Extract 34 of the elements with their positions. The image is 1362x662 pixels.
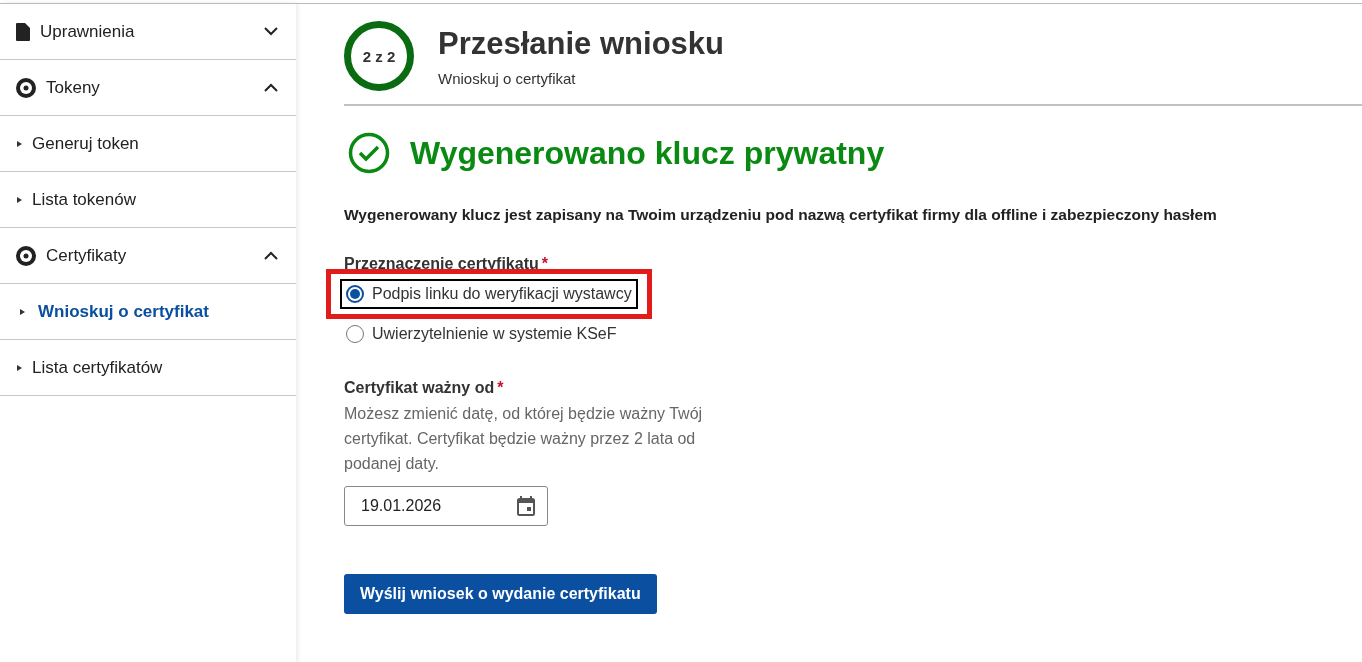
chevron-icon xyxy=(264,83,278,92)
step-indicator: 2 z 2 xyxy=(344,21,414,91)
sidebar-link[interactable]: Wnioskuj o certyfikat xyxy=(0,284,296,340)
sidebar-link[interactable]: Generuj token xyxy=(0,116,296,172)
chevron-icon xyxy=(264,27,278,36)
submit-button[interactable]: Wyślij wniosek o wydanie certyfikatu xyxy=(344,574,657,614)
calendar-icon xyxy=(517,496,535,516)
bullet-icon xyxy=(17,364,22,371)
chevron-icon xyxy=(264,251,278,260)
required-mark: * xyxy=(497,379,504,396)
sidebar-group[interactable]: Uprawnienia xyxy=(0,4,296,60)
radio-button[interactable] xyxy=(346,285,364,303)
radio-option[interactable]: Podpis linku do weryfikacji wystawcy xyxy=(340,279,638,309)
field-label: Przeznaczenie certyfikatu xyxy=(344,255,539,272)
sidebar-link[interactable]: Lista tokenów xyxy=(0,172,296,228)
success-message: Wygenerowany klucz jest zapisany na Twoim urządzeniu pod nazwą certyfikat firmy dla offline i zabezpieczony hasłem xyxy=(344,206,1218,224)
date-field[interactable]: 19.01.2026 xyxy=(344,486,548,526)
bullet-icon xyxy=(17,196,22,203)
sidebar-link[interactable]: Lista certyfikatów xyxy=(0,340,296,396)
check-circle-icon xyxy=(348,132,390,174)
sidebar-group[interactable]: Tokeny xyxy=(0,60,296,116)
radio-option[interactable]: Uwierzytelnienie w systemie KSeF xyxy=(340,319,623,349)
disc-icon xyxy=(16,77,36,98)
field-hint: Możesz zmienić datę, od której będzie ważny Twój certyfikat. Certyfikat będzie ważny przez 2 lata od podanej daty. xyxy=(344,404,704,474)
success-title: Wygenerowano klucz prywatny xyxy=(410,134,885,172)
bullet-icon xyxy=(17,140,22,147)
page-subtitle: Wnioskuj o certyfikat xyxy=(438,69,577,87)
disc-icon xyxy=(16,245,36,266)
bullet-icon xyxy=(20,308,25,315)
field-label: Certyfikat ważny od xyxy=(344,379,495,396)
sidebar-group[interactable]: Certyfikaty xyxy=(0,228,296,284)
required-mark: * xyxy=(541,255,548,272)
document-icon xyxy=(16,22,30,41)
page-title: Przesłanie wniosku xyxy=(438,25,724,62)
